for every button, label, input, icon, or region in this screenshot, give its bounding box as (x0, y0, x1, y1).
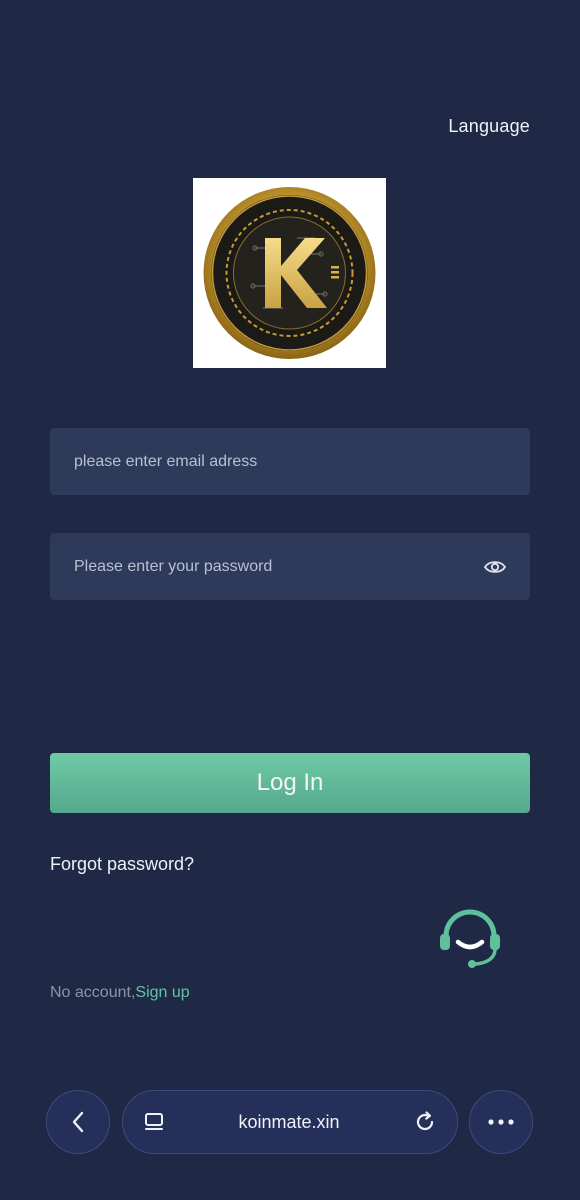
password-field[interactable] (50, 533, 530, 600)
url-text[interactable]: koinmate.xin (167, 1112, 411, 1133)
email-input[interactable] (72, 451, 508, 472)
more-button[interactable] (469, 1090, 533, 1154)
no-account-label: No account, (50, 984, 136, 1001)
logo (193, 178, 386, 368)
back-button[interactable] (46, 1090, 110, 1154)
address-bar[interactable]: koinmate.xin (122, 1090, 458, 1154)
forgot-password-link[interactable]: Forgot password? (50, 854, 194, 875)
reload-icon[interactable] (411, 1108, 439, 1136)
chevron-left-icon (72, 1111, 84, 1133)
signup-link[interactable]: Sign up (135, 984, 189, 1001)
tabs-icon[interactable] (141, 1109, 167, 1135)
headset-icon[interactable] (436, 906, 504, 972)
login-button[interactable]: Log In (50, 753, 530, 813)
signup-row: No account,Sign up (50, 984, 190, 1002)
more-dots-icon (488, 1119, 514, 1125)
browser-toolbar: koinmate.xin (0, 1080, 580, 1200)
password-input[interactable] (72, 556, 482, 577)
coin-logo-icon (203, 187, 376, 359)
eye-icon[interactable] (482, 554, 508, 580)
language-link[interactable]: Language (448, 116, 530, 137)
email-field[interactable] (50, 428, 530, 495)
